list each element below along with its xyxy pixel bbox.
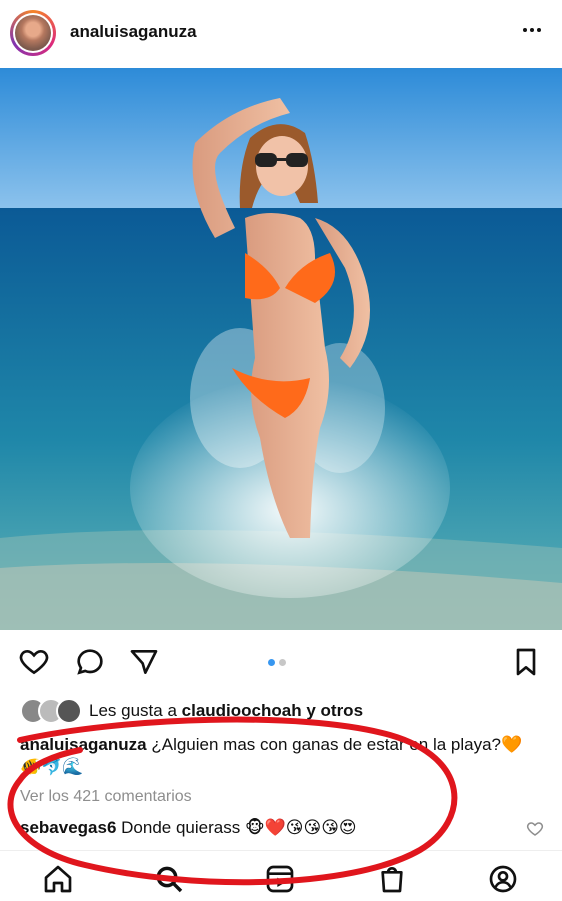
beach-photo xyxy=(0,68,562,630)
comment-username[interactable]: sebavegas6 xyxy=(20,818,116,837)
post-username[interactable]: analuisaganuza xyxy=(70,22,197,42)
home-icon[interactable] xyxy=(42,863,74,895)
shop-icon[interactable] xyxy=(376,863,408,895)
liked-by-text[interactable]: Les gusta a claudioochoah y otros xyxy=(89,701,363,721)
carousel-dot xyxy=(279,659,286,666)
comment-text: Donde quierass 🐵❤️😘😘😘😍 xyxy=(121,818,357,837)
carousel-dot-active xyxy=(268,659,275,666)
heart-icon[interactable] xyxy=(18,646,50,678)
comment-heart-icon[interactable] xyxy=(526,820,544,838)
bottom-tab-bar xyxy=(0,850,562,901)
more-icon[interactable] xyxy=(520,18,544,42)
likes-prefix: Les gusta a xyxy=(89,701,177,720)
share-icon[interactable] xyxy=(128,646,160,678)
carousel-indicator xyxy=(268,659,286,666)
post-image[interactable] xyxy=(0,68,562,630)
view-all-comments-link[interactable]: Ver los 421 comentarios xyxy=(20,788,192,806)
post-caption: analuisaganuza ¿Alguien mas con ganas de… xyxy=(20,734,540,778)
search-icon[interactable] xyxy=(153,863,185,895)
liked-by-avatars[interactable] xyxy=(20,698,82,724)
caption-username[interactable]: analuisaganuza xyxy=(20,735,147,754)
comment-icon[interactable] xyxy=(74,646,106,678)
profile-icon[interactable] xyxy=(487,863,519,895)
reels-icon[interactable] xyxy=(264,863,296,895)
avatar-image xyxy=(15,15,51,51)
likes-user[interactable]: claudioochoah xyxy=(182,701,302,720)
comment-item: sebavegas6 Donde quierass 🐵❤️😘😘😘😍 xyxy=(20,818,357,838)
bookmark-icon[interactable] xyxy=(510,646,542,678)
likes-suffix[interactable]: y otros xyxy=(306,701,363,720)
